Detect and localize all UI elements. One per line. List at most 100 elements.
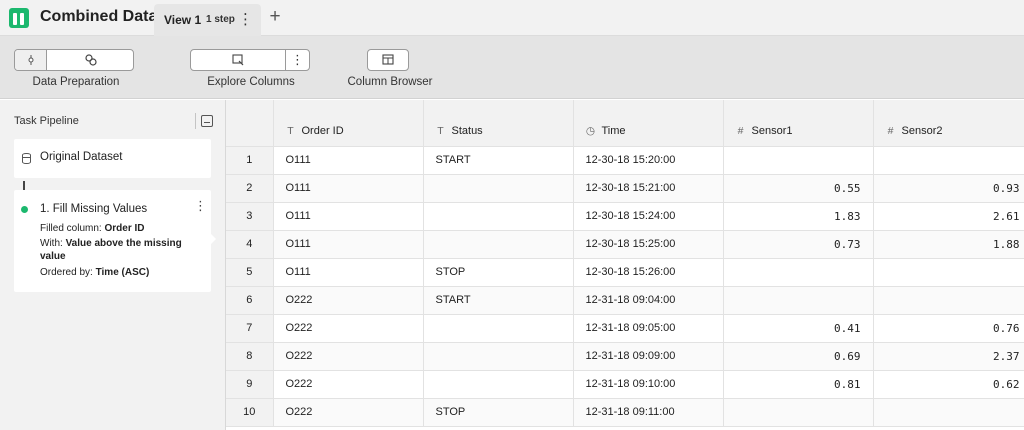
cell-time[interactable]: 12-31-18 09:09:00	[573, 342, 724, 371]
row-index-cell: 3	[226, 202, 274, 231]
cell-time[interactable]: 12-30-18 15:26:00	[573, 258, 724, 287]
cell-time[interactable]: 12-30-18 15:24:00	[573, 202, 724, 231]
cell-sensor2[interactable]: 0.93	[873, 174, 1024, 203]
cell-sensor1[interactable]	[723, 286, 874, 315]
data-grid: T Order ID T Status ◷ Time # Sensor1 # Sensor…	[226, 100, 1024, 430]
cell-sensor1[interactable]	[723, 258, 874, 287]
text-type-icon: T	[287, 125, 294, 137]
column-header-status[interactable]: T Status	[423, 100, 574, 147]
cell-sensor1[interactable]: 0.73	[723, 230, 874, 259]
column-header-label: Time	[601, 125, 626, 137]
cell-sensor1[interactable]: 0.41	[723, 314, 874, 343]
number-type-icon: #	[887, 125, 894, 137]
cell-status[interactable]	[423, 202, 574, 231]
add-tab-icon[interactable]: +	[266, 7, 284, 27]
cell-order-id[interactable]: O222	[273, 286, 424, 315]
row-index-cell: 8	[226, 342, 274, 371]
cell-status[interactable]: STOP	[423, 258, 574, 287]
table-row[interactable]: 10 O222 STOP 12-31-18 09:11:00	[226, 398, 1024, 427]
cell-order-id[interactable]: O111	[273, 146, 424, 175]
column-header-sensor1[interactable]: # Sensor1	[723, 100, 874, 147]
cell-sensor1[interactable]: 0.69	[723, 342, 874, 371]
cell-time[interactable]: 12-31-18 09:11:00	[573, 398, 724, 427]
explore-columns-button[interactable]: ⋮	[190, 49, 310, 71]
cell-sensor2[interactable]	[873, 286, 1024, 315]
divider	[195, 113, 196, 129]
table-row[interactable]: 1 O111 START 12-30-18 15:20:00	[226, 146, 1024, 175]
collapse-panel-icon[interactable]	[201, 115, 213, 127]
table-row[interactable]: 9 O222 12-31-18 09:10:00 0.81 0.62	[226, 370, 1024, 399]
cell-order-id[interactable]: O222	[273, 370, 424, 399]
tab-more-options-icon[interactable]: ⋮	[238, 10, 253, 30]
cell-time[interactable]: 12-31-18 09:10:00	[573, 370, 724, 399]
cell-order-id[interactable]: O111	[273, 258, 424, 287]
top-bar: Combined Data View 1 1 step ⋮ +	[0, 0, 1024, 36]
pipeline-toggle-icon[interactable]	[15, 50, 47, 70]
cell-sensor2[interactable]: 1.88	[873, 230, 1024, 259]
transform-icon[interactable]	[47, 50, 134, 70]
cell-sensor1[interactable]	[723, 398, 874, 427]
cell-status[interactable]	[423, 314, 574, 343]
with-label: With:	[40, 238, 63, 249]
pipeline-step-fill-missing-values[interactable]: 1. Fill Missing Values ⋮ Filled column: …	[14, 190, 216, 292]
cell-sensor1[interactable]: 0.55	[723, 174, 874, 203]
text-type-icon: T	[437, 125, 444, 137]
explore-search-icon[interactable]	[191, 50, 286, 70]
cell-sensor1[interactable]	[723, 146, 874, 175]
column-header-label: Sensor2	[901, 125, 943, 137]
table-row[interactable]: 5 O111 STOP 12-30-18 15:26:00	[226, 258, 1024, 287]
table-row[interactable]: 6 O222 START 12-31-18 09:04:00	[226, 286, 1024, 315]
tab-view-1[interactable]: View 1 1 step ⋮	[154, 4, 261, 36]
column-browser-button[interactable]	[367, 49, 409, 71]
original-dataset-card[interactable]: Original Dataset	[14, 139, 211, 178]
ordered-by-label: Ordered by:	[40, 267, 93, 278]
cell-order-id[interactable]: O111	[273, 202, 424, 231]
step-more-options-icon[interactable]: ⋮	[194, 197, 207, 215]
table-row[interactable]: 3 O111 12-30-18 15:24:00 1.83 2.61	[226, 202, 1024, 231]
cell-status[interactable]: START	[423, 146, 574, 175]
step-title: 1. Fill Missing Values	[40, 203, 148, 215]
table-row[interactable]: 8 O222 12-31-18 09:09:00 0.69 2.37	[226, 342, 1024, 371]
table-row[interactable]: 7 O222 12-31-18 09:05:00 0.41 0.76	[226, 314, 1024, 343]
cell-order-id[interactable]: O222	[273, 398, 424, 427]
cell-order-id[interactable]: O111	[273, 230, 424, 259]
step-ordered-by: Ordered by: Time (ASC)	[40, 266, 200, 279]
cell-status[interactable]	[423, 174, 574, 203]
cell-status[interactable]	[423, 230, 574, 259]
cell-time[interactable]: 12-30-18 15:20:00	[573, 146, 724, 175]
cell-time[interactable]: 12-30-18 15:25:00	[573, 230, 724, 259]
cell-time[interactable]: 12-31-18 09:05:00	[573, 314, 724, 343]
cell-sensor2[interactable]	[873, 146, 1024, 175]
cell-status[interactable]: STOP	[423, 398, 574, 427]
table-row[interactable]: 2 O111 12-30-18 15:21:00 0.55 0.93	[226, 174, 1024, 203]
cell-sensor2[interactable]: 0.62	[873, 370, 1024, 399]
cell-status[interactable]	[423, 342, 574, 371]
data-preparation-button[interactable]	[14, 49, 134, 71]
table-row[interactable]: 4 O111 12-30-18 15:25:00 0.73 1.88	[226, 230, 1024, 259]
cell-status[interactable]	[423, 370, 574, 399]
row-index-cell: 5	[226, 258, 274, 287]
cell-time[interactable]: 12-31-18 09:04:00	[573, 286, 724, 315]
cell-sensor2[interactable]: 0.76	[873, 314, 1024, 343]
cell-sensor2[interactable]: 2.61	[873, 202, 1024, 231]
cell-order-id[interactable]: O222	[273, 342, 424, 371]
app-logo-icon	[9, 8, 29, 28]
cell-sensor2[interactable]	[873, 258, 1024, 287]
cell-time[interactable]: 12-30-18 15:21:00	[573, 174, 724, 203]
cell-order-id[interactable]: O222	[273, 314, 424, 343]
column-header-time[interactable]: ◷ Time	[573, 100, 724, 147]
cell-sensor1[interactable]: 0.81	[723, 370, 874, 399]
column-browser-label: Column Browser	[347, 76, 433, 88]
original-dataset-label: Original Dataset	[40, 151, 123, 163]
cell-status[interactable]: START	[423, 286, 574, 315]
cell-sensor2[interactable]: 2.37	[873, 342, 1024, 371]
cell-order-id[interactable]: O111	[273, 174, 424, 203]
cell-sensor1[interactable]: 1.83	[723, 202, 874, 231]
column-header-sensor2[interactable]: # Sensor2	[873, 100, 1024, 147]
filled-column-value: Order ID	[104, 223, 145, 234]
cell-sensor2[interactable]	[873, 398, 1024, 427]
number-type-icon: #	[737, 125, 744, 137]
column-header-order-id[interactable]: T Order ID	[273, 100, 424, 147]
clock-type-icon: ◷	[585, 125, 596, 137]
explore-more-icon[interactable]: ⋮	[286, 50, 309, 70]
